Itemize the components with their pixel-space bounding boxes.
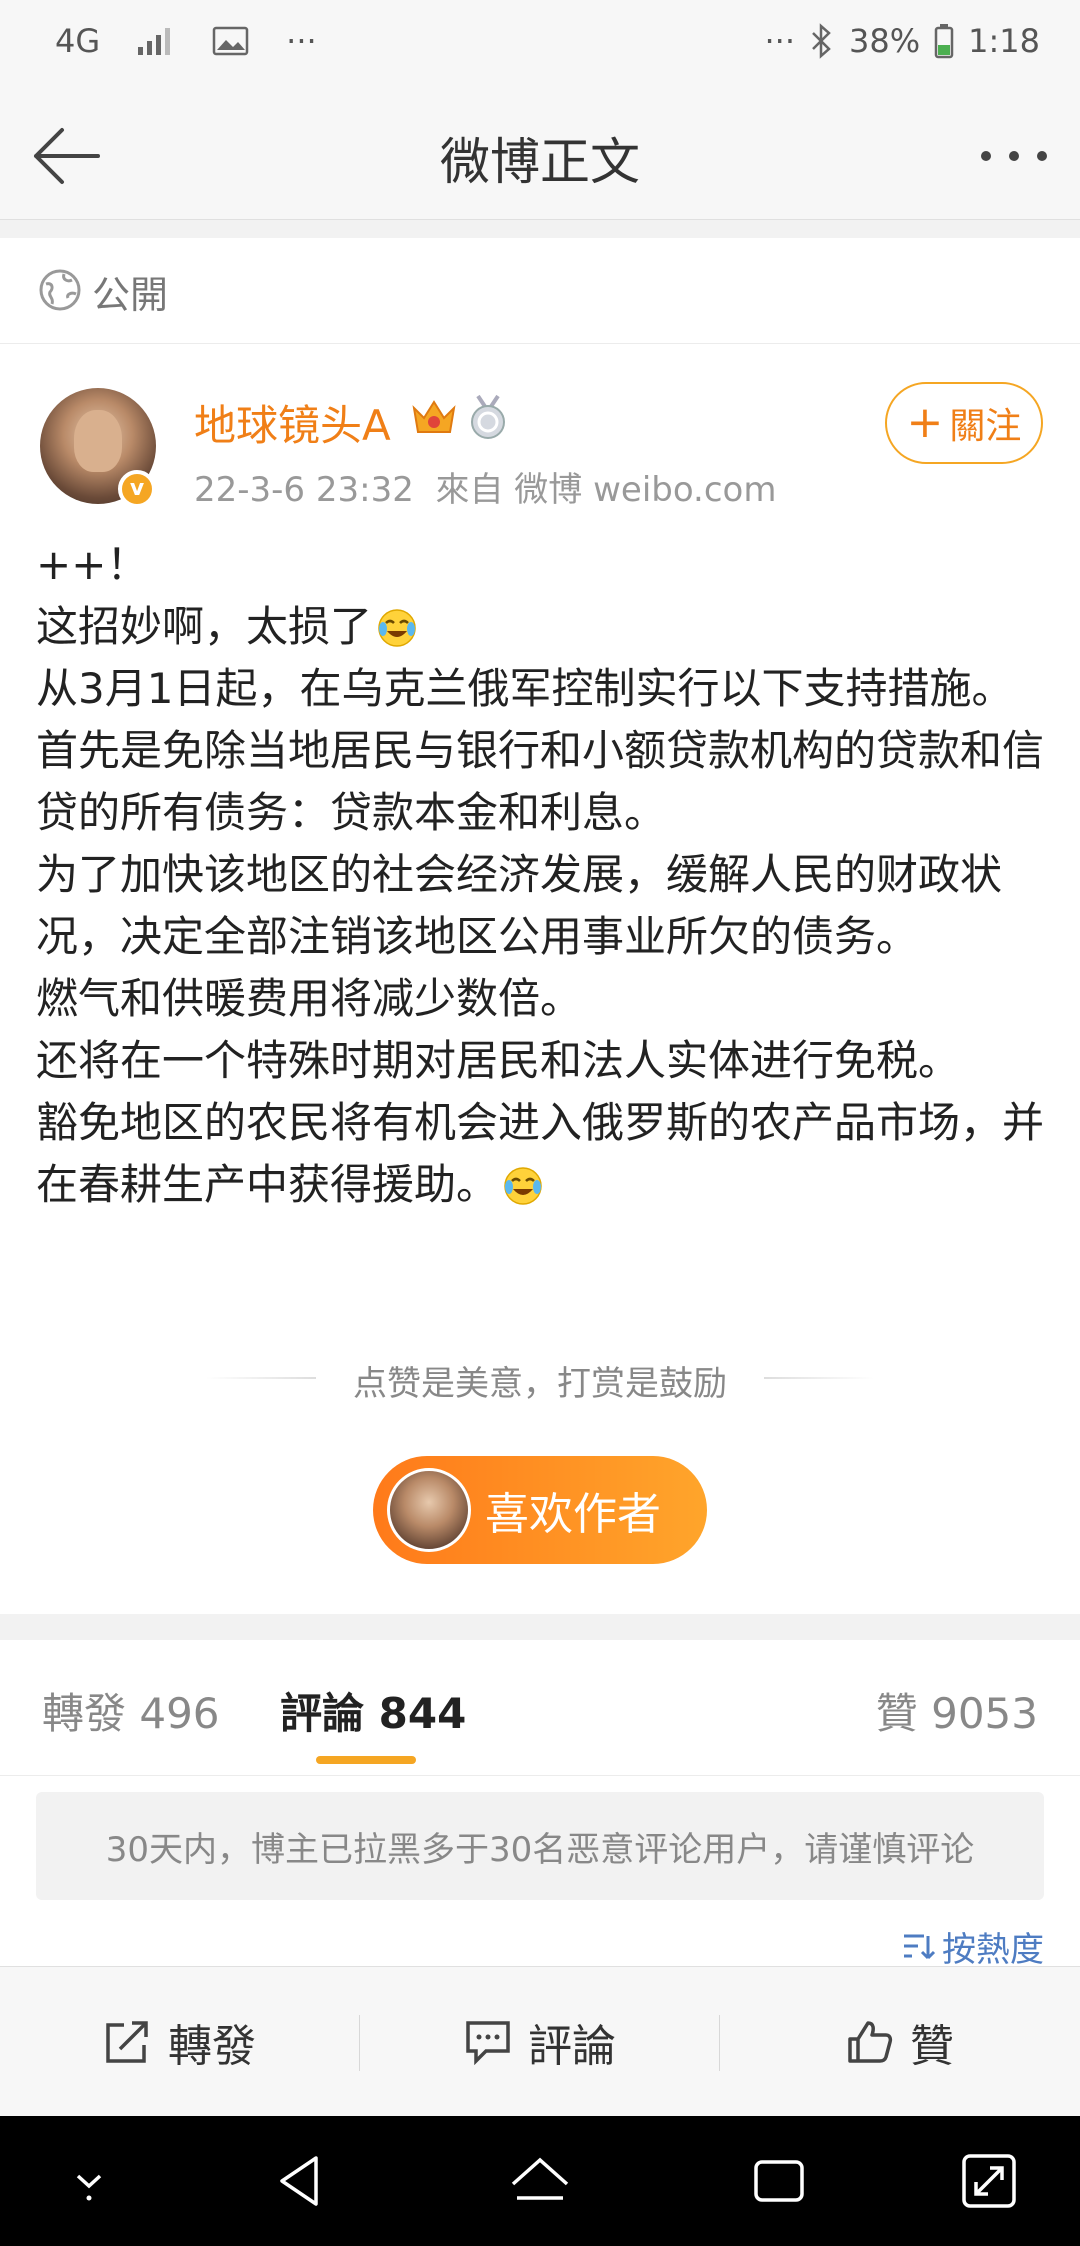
- laugh-cry-emoji-icon: [378, 609, 416, 647]
- sort-button[interactable]: 按熱度: [902, 1922, 1044, 1971]
- back-nav-icon[interactable]: [268, 2148, 334, 2214]
- home-nav-icon[interactable]: [507, 2148, 573, 2214]
- system-nav-bar: [0, 2116, 1080, 2246]
- post-card: v 地球镜头A 22-3-6 23:32 來自 微博 weibo.com + 關…: [0, 344, 1080, 1614]
- recents-nav-icon[interactable]: [746, 2148, 812, 2214]
- medal-icon[interactable]: [466, 394, 510, 442]
- follow-button[interactable]: + 關注: [885, 382, 1043, 464]
- tab-reposts[interactable]: 轉發 496: [42, 1680, 220, 1741]
- post-line: 这招妙啊，太损了: [36, 596, 1046, 658]
- author-name[interactable]: 地球镜头A: [194, 392, 391, 453]
- interaction-tabs: 轉發 496 評論 844 贊 9053: [0, 1640, 1080, 1776]
- author-avatar-small: [387, 1468, 471, 1552]
- post-line: 燃气和供暖费用将减少数倍。: [36, 974, 583, 1023]
- comments-area: 30天内，博主已拉黑多于30名恶意评论用户，请谨慎评论 按熱度: [0, 1776, 1080, 1970]
- bluetooth-icon: [812, 23, 831, 59]
- battery-icon: [934, 24, 954, 59]
- comment-icon: [466, 2021, 510, 2065]
- verified-badge-icon: v: [118, 470, 156, 508]
- post-line: 从3月1日起，在乌克兰俄军控制实行以下支持措施。: [36, 664, 1014, 713]
- like-author-button[interactable]: 喜欢作者: [373, 1456, 707, 1564]
- like-author-label: 喜欢作者: [485, 1489, 661, 1540]
- hide-keyboard-icon[interactable]: [56, 2148, 122, 2214]
- repost-button[interactable]: 轉發: [0, 1967, 360, 2117]
- divider: [764, 1377, 874, 1379]
- rotate-screen-icon[interactable]: [956, 2148, 1022, 2214]
- comment-button[interactable]: 評論: [360, 1967, 720, 2117]
- more-notifications: ···: [286, 22, 317, 60]
- tab-likes[interactable]: 贊 9053: [876, 1680, 1038, 1741]
- tab-comments[interactable]: 評論 844: [280, 1680, 466, 1741]
- plus-icon: +: [906, 397, 944, 448]
- battery-percent: 38%: [849, 22, 921, 60]
- image-notification-icon: [212, 26, 249, 56]
- share-icon: [106, 2021, 148, 2063]
- post-line: ++！: [36, 540, 149, 589]
- post-meta: 22-3-6 23:32 來自 微博 weibo.com: [194, 462, 776, 511]
- nav-bar: 微博正文: [0, 90, 1080, 220]
- active-tab-indicator: [316, 1756, 416, 1764]
- reward-hint: 点赞是美意，打赏是鼓励: [353, 1364, 727, 1404]
- laugh-cry-emoji-icon: [504, 1167, 542, 1205]
- post-line: 首先是免除当地居民与银行和小额贷款机构的贷款和信贷的所有债务：贷款本金和利息。: [36, 726, 1045, 837]
- post-line: 豁免地区的农民将有机会进入俄罗斯的农产品市场，并在春耕生产中获得援助。: [36, 1098, 1045, 1209]
- like-button[interactable]: 贊: [720, 1967, 1080, 2117]
- like-label: 贊: [910, 2021, 954, 2072]
- post-line: 为了加快该地区的社会经济发展，缓解人民的财政状况，决定全部注销该地区公用事业所欠…: [36, 850, 1003, 961]
- thumbs-up-icon: [848, 2021, 893, 2063]
- clock: 1:18: [968, 22, 1040, 60]
- sort-icon: [904, 1934, 936, 1959]
- comment-label: 評論: [528, 2021, 616, 2072]
- network-indicator: 4G: [55, 22, 101, 60]
- comment-notice: 30天内，博主已拉黑多于30名恶意评论用户，请谨慎评论: [36, 1792, 1044, 1900]
- repost-label: 轉發: [168, 2021, 256, 2072]
- visibility-label: 公開: [92, 273, 169, 317]
- more-status: ···: [764, 22, 796, 60]
- visibility-row: 公開: [0, 238, 1080, 344]
- post-source: 來自 微博 weibo.com: [435, 470, 777, 510]
- post-time: 22-3-6 23:32: [194, 470, 414, 510]
- status-bar: 4G ··· ··· 38% 1:18: [0, 0, 1080, 90]
- post-line: 还将在一个特殊时期对居民和法人实体进行免税。: [36, 1036, 961, 1085]
- signal-icon: [138, 28, 171, 55]
- globe-icon: [39, 269, 81, 311]
- page-title: 微博正文: [440, 133, 640, 191]
- more-options-icon[interactable]: [976, 126, 1052, 186]
- avatar-face: [74, 410, 122, 472]
- crown-member-icon[interactable]: [410, 396, 458, 440]
- post-body: ++！ 这招妙啊，太损了 从3月1日起，在乌克兰俄军控制实行以下支持措施。 首先…: [36, 534, 1046, 1216]
- action-bar: 轉發 評論 贊: [0, 1966, 1080, 2116]
- sort-label: 按熱度: [942, 1930, 1044, 1970]
- follow-label: 關注: [949, 406, 1022, 447]
